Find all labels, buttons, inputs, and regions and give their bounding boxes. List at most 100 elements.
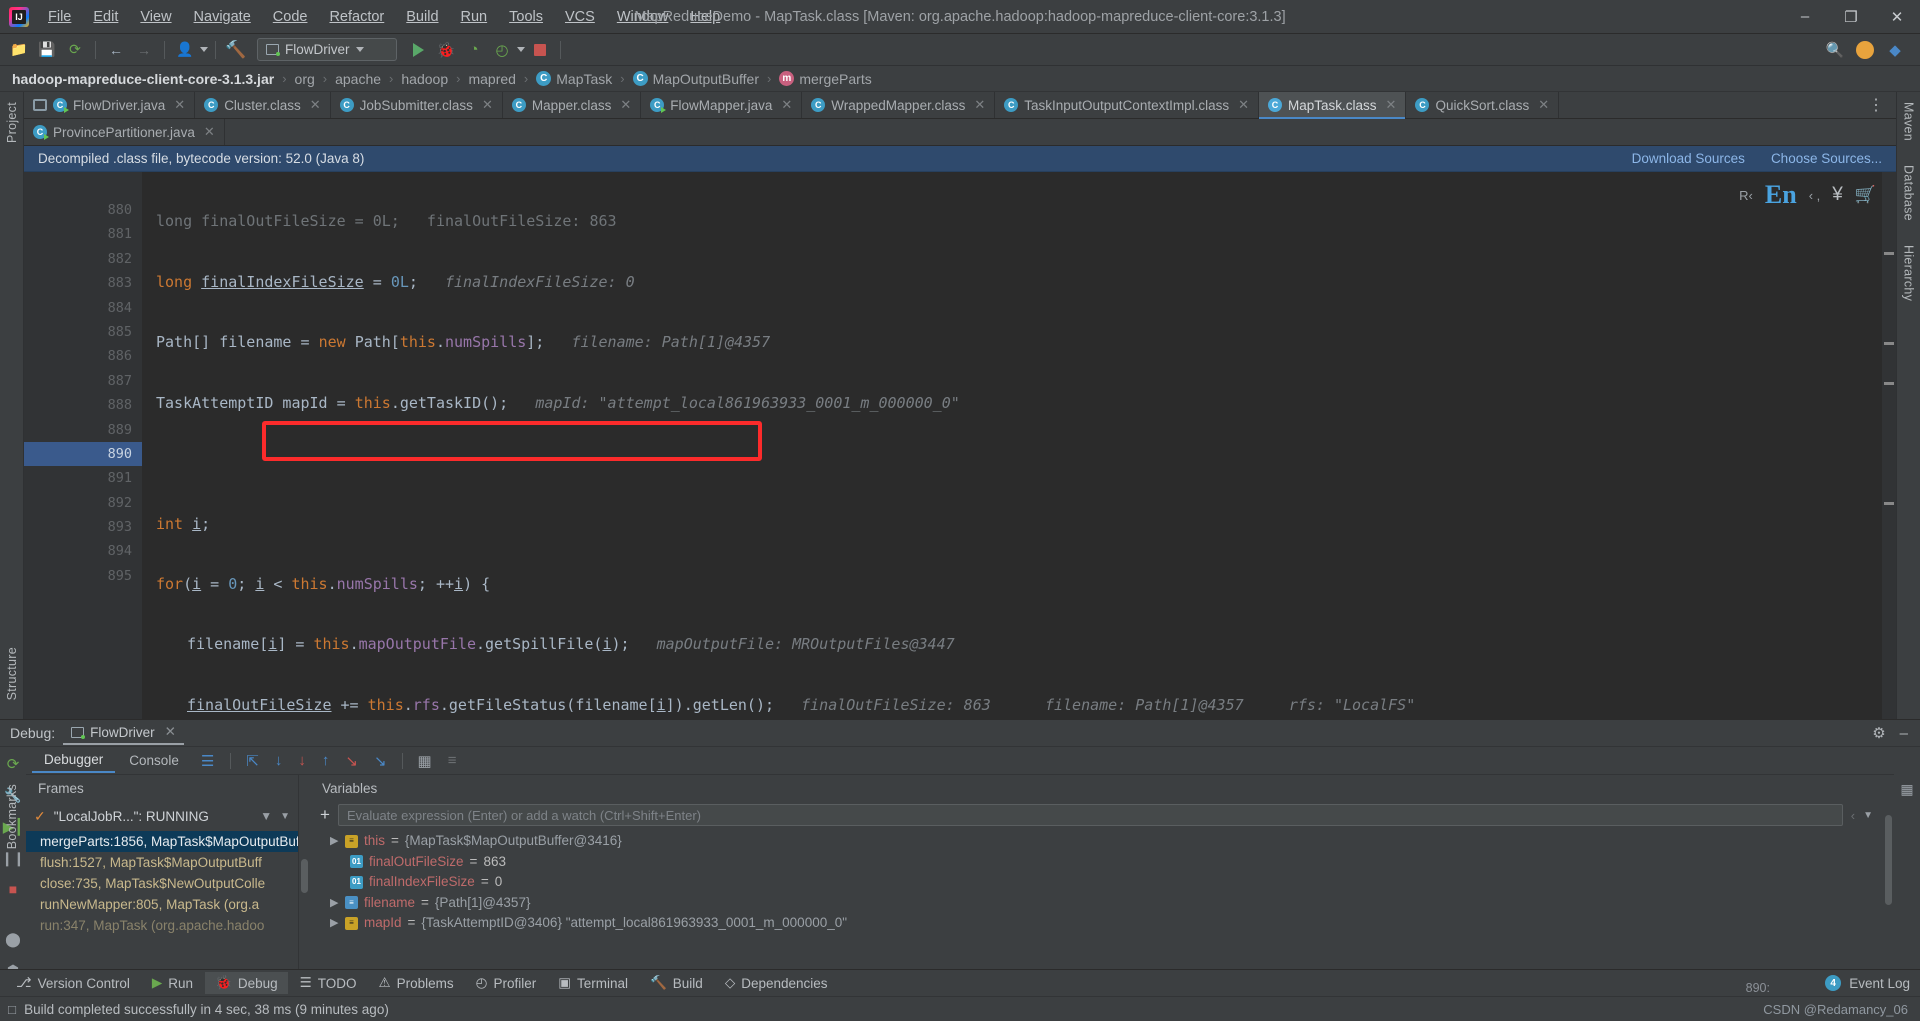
sidebar-item-database[interactable]: Database: [1902, 161, 1916, 225]
breadcrumb-maptask[interactable]: C MapTask: [536, 71, 612, 87]
gutter-line-881[interactable]: 881: [24, 222, 142, 246]
gutter-line-894[interactable]: 894: [24, 539, 142, 563]
variables-scrollbar[interactable]: [1883, 775, 1894, 969]
profile-chevron-down-icon[interactable]: [200, 47, 208, 52]
thread-selector[interactable]: ✓ "LocalJobR...": RUNNING ▼ ▼: [26, 801, 298, 831]
maximize-button[interactable]: ❐: [1828, 0, 1874, 34]
editor-gutter[interactable]: 880 881 882 883 884 885 886 887 888 889 …: [24, 172, 142, 719]
gutter-line-888[interactable]: 888: [24, 393, 142, 417]
debug-session-close-icon[interactable]: ✕: [165, 724, 176, 740]
marker-warning[interactable]: [1884, 382, 1894, 385]
tab-jobsubmitter-class[interactable]: C JobSubmitter.class ✕: [330, 92, 503, 118]
tab-close-icon[interactable]: ✕: [482, 97, 493, 113]
frames-scrollbar-thumb[interactable]: [301, 859, 308, 893]
breadcrumb-mapred[interactable]: mapred: [468, 71, 515, 87]
breadcrumb-mergeparts[interactable]: m mergeParts: [779, 71, 872, 87]
sidebar-item-maven[interactable]: Maven: [1902, 98, 1916, 145]
tab-console[interactable]: Console: [117, 749, 191, 772]
restore-layout-icon[interactable]: ▦: [1900, 781, 1913, 798]
tab-mapper-class[interactable]: C Mapper.class ✕: [502, 92, 642, 118]
tab-taskinputoutputcontextimpl-class[interactable]: C TaskInputOutputContextImpl.class ✕: [995, 92, 1260, 118]
open-project-icon[interactable]: 📁: [6, 38, 32, 62]
code-line-885[interactable]: for(i = 0; i < this.numSpills; ++i) {: [142, 572, 1896, 596]
tab-close-icon[interactable]: ✕: [1238, 97, 1249, 113]
choose-sources-link[interactable]: Choose Sources...: [1771, 151, 1882, 166]
breadcrumb-org[interactable]: org: [295, 71, 315, 87]
frame-item-mergeparts[interactable]: mergeParts:1856, MapTask$MapOutputBuffer: [26, 831, 298, 852]
debug-minimize-icon[interactable]: –: [1900, 725, 1908, 742]
download-sources-link[interactable]: Download Sources: [1632, 151, 1745, 166]
main-menu[interactable]: File Edit View Navigate Code Refactor Bu…: [37, 5, 731, 29]
tool-button-todo[interactable]: ☰ TODO: [290, 972, 367, 994]
variable-row-filename[interactable]: ▶ ≡ filename = {Path[1]@4357}: [310, 893, 1883, 914]
profile-icon[interactable]: 👤: [172, 38, 198, 62]
cart-icon[interactable]: 🛒: [1855, 185, 1876, 205]
event-log-button[interactable]: 4 Event Log: [1825, 975, 1920, 991]
sync-icon[interactable]: ⟳: [62, 38, 88, 62]
sidebar-item-bookmarks[interactable]: Bookmarks: [5, 780, 19, 853]
tool-button-profiler[interactable]: ◴ Profiler: [466, 972, 547, 994]
expand-chevron-icon[interactable]: ▶: [330, 893, 339, 914]
step-out-icon[interactable]: ↑: [315, 752, 337, 769]
code-line-887[interactable]: finalOutFileSize += this.rfs.getFileStat…: [142, 693, 1896, 717]
thread-chevron-down-icon[interactable]: ▼: [280, 811, 290, 822]
sidebar-item-hierarchy[interactable]: Hierarchy: [1902, 241, 1916, 305]
menu-item-vcs[interactable]: VCS: [554, 5, 606, 29]
sidebar-item-structure[interactable]: Structure: [5, 643, 19, 704]
expand-chevron-icon[interactable]: ▶: [330, 831, 339, 852]
gutter-line-886[interactable]: 886: [24, 344, 142, 368]
tool-button-run[interactable]: ▶ Run: [142, 972, 203, 994]
variables-scrollbar-thumb[interactable]: [1885, 815, 1892, 905]
frames-list[interactable]: mergeParts:1856, MapTask$MapOutputBuffer…: [26, 831, 298, 969]
gutter-line-890[interactable]: 890: [24, 441, 142, 467]
debug-settings-icon[interactable]: ⚙: [1872, 724, 1885, 742]
menu-item-help[interactable]: Help: [679, 5, 731, 29]
code-text[interactable]: long finalOutFileSize = 0L; finalOutFile…: [142, 172, 1896, 719]
tool-button-dependencies[interactable]: ◇ Dependencies: [715, 972, 838, 994]
breadcrumb-hadoop[interactable]: hadoop: [401, 71, 448, 87]
navigate-forward-icon[interactable]: →: [131, 38, 157, 62]
filter-icon[interactable]: ▼: [260, 809, 272, 823]
watch-chevron-down-icon[interactable]: ▼: [1863, 810, 1873, 821]
menu-item-window[interactable]: Window: [606, 5, 680, 29]
code-line-884[interactable]: int i;: [142, 512, 1896, 536]
tab-flowmapper-java[interactable]: C FlowMapper.java ✕: [641, 92, 803, 118]
menu-item-run[interactable]: Run: [450, 5, 499, 29]
breadcrumb-apache[interactable]: apache: [335, 71, 381, 87]
variable-row-finalindexfilesize[interactable]: 01 finalIndexFileSize = 0: [310, 872, 1883, 893]
variables-list[interactable]: ▶ ≡ this = {MapTask$MapOutputBuffer@3416…: [310, 829, 1883, 969]
step-over-icon[interactable]: ⇱: [239, 752, 266, 770]
menu-item-edit[interactable]: Edit: [82, 5, 129, 29]
breadcrumb-mapoutputbuffer[interactable]: C MapOutputBuffer: [632, 71, 759, 87]
marker-warning[interactable]: [1884, 342, 1894, 345]
tab-cluster-class[interactable]: C Cluster.class ✕: [195, 92, 331, 118]
evaluate-expression-icon[interactable]: ▦: [411, 752, 439, 770]
code-line-886[interactable]: filename[i] = this.mapOutputFile.getSpil…: [142, 632, 1896, 656]
tab-flowdriver-java[interactable]: C FlowDriver.java ✕: [24, 92, 196, 118]
ide-update-badge-icon[interactable]: [1856, 40, 1874, 59]
tab-provincepartitioner-java[interactable]: C ProvincePartitioner.java ✕: [24, 119, 225, 145]
gutter-line-887[interactable]: 887: [24, 369, 142, 393]
tool-button-terminal[interactable]: ▣ Terminal: [548, 972, 638, 994]
close-button[interactable]: ✕: [1874, 0, 1920, 34]
gutter-line-895[interactable]: 895: [24, 564, 142, 588]
rerun-icon[interactable]: ⟳: [7, 755, 20, 773]
watch-prev-icon[interactable]: ‹: [1851, 808, 1855, 823]
tabs-overflow-icon[interactable]: ⋮: [1856, 92, 1896, 118]
run-to-cursor-icon[interactable]: ↘: [367, 752, 394, 770]
code-line-883[interactable]: [142, 451, 1896, 475]
drop-frame-icon[interactable]: ↘: [338, 752, 365, 770]
search-everywhere-icon[interactable]: 🔍: [1822, 38, 1848, 62]
frame-item-run[interactable]: run:347, MapTask (org.apache.hadoo: [26, 915, 298, 936]
marker-warning[interactable]: [1884, 252, 1894, 255]
frames-scrollbar[interactable]: [299, 775, 310, 969]
frame-item-runnewmapper[interactable]: runNewMapper:805, MapTask (org.a: [26, 894, 298, 915]
run-button[interactable]: [405, 38, 431, 62]
tab-maptask-class[interactable]: C MapTask.class ✕: [1259, 92, 1407, 119]
tool-button-problems[interactable]: ⚠ Problems: [369, 972, 464, 994]
code-line-880[interactable]: long finalIndexFileSize = 0L; finalIndex…: [142, 270, 1896, 294]
gutter-line-884[interactable]: 884: [24, 296, 142, 320]
sidebar-item-project[interactable]: Project: [5, 98, 19, 147]
frame-item-flush[interactable]: flush:1527, MapTask$MapOutputBuff: [26, 852, 298, 873]
menu-item-file[interactable]: File: [37, 5, 82, 29]
